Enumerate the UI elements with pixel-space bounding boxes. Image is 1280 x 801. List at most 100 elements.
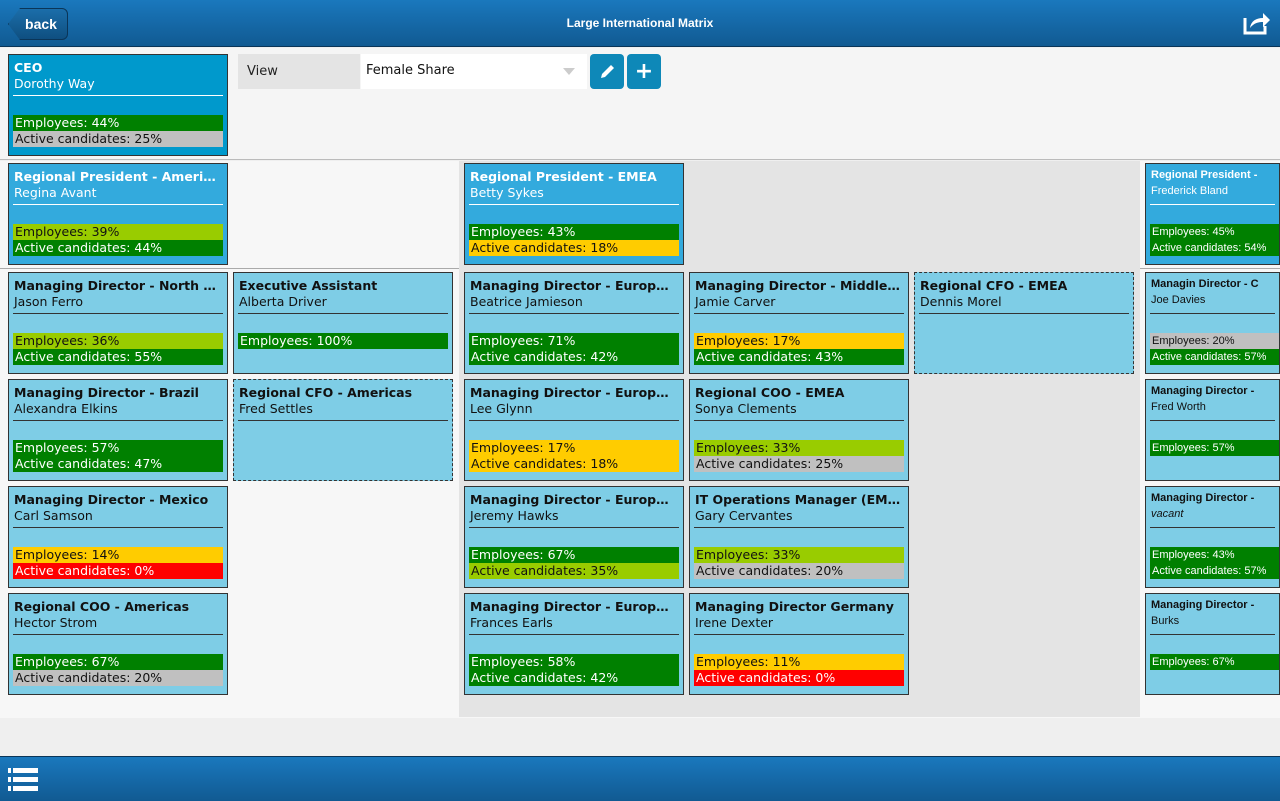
employees-share-bar: Employees: 57% — [1150, 440, 1279, 456]
card-divider — [694, 313, 904, 314]
position-card[interactable]: Executive Assistant Alberta Driver Employe… — [233, 272, 453, 374]
share-icon[interactable] — [1242, 10, 1270, 36]
employees-share-bar: Employees: 57% — [13, 440, 223, 456]
divider — [0, 268, 459, 269]
position-card[interactable]: Managing Director - Middle East Jamie Car… — [689, 272, 909, 374]
card-person-name: Joe Davies — [1151, 294, 1206, 306]
position-card[interactable]: Regional CFO - EMEA Dennis Morel — [914, 272, 1134, 374]
card-title: Managing Director - Brazil — [14, 385, 199, 400]
card-divider — [1150, 634, 1275, 635]
card-divider — [1150, 420, 1275, 421]
card-divider — [694, 420, 904, 421]
card-title: Managing Director - Mexico — [14, 492, 209, 507]
card-person-name: Alexandra Elkins — [14, 401, 118, 416]
divider — [1140, 268, 1280, 269]
card-person-name: Jamie Carver — [695, 294, 776, 309]
card-divider — [1150, 313, 1275, 314]
position-card[interactable]: Managin Director - C Joe Davies Employees:… — [1145, 272, 1280, 374]
org-matrix: Regional President - Americas Regina Avan… — [0, 161, 1280, 718]
active-candidates-bar: Active candidates: 54% — [1150, 240, 1279, 256]
active-candidates-bar: Active candidates: 57% — [1150, 349, 1279, 365]
card-title: Managing Director - North America — [14, 278, 221, 293]
regional-president-card[interactable]: Regional President - Frederick Bland Empl… — [1145, 163, 1280, 265]
card-person-name: Burks — [1151, 615, 1180, 627]
card-title: Regional COO - Americas — [14, 599, 190, 614]
card-title: Managing Director - Europe South — [470, 492, 677, 507]
regional-president-card[interactable]: Regional President - Americas Regina Avan… — [8, 163, 228, 265]
active-candidates-bar: Active candidates: 0% — [694, 670, 904, 686]
card-title: Managing Director Germany — [695, 599, 894, 614]
active-candidates-bar: Active candidates: 43% — [694, 349, 904, 365]
list-icon[interactable] — [8, 767, 38, 793]
position-card[interactable]: Managing Director - Brazil Alexandra Elki… — [8, 379, 228, 481]
position-card[interactable]: Managing Director - North AmericaJason F… — [8, 272, 228, 374]
card-divider — [1150, 204, 1275, 205]
employees-share-bar: Employees: 39% — [13, 224, 223, 240]
card-title: Managing Director - — [1151, 599, 1255, 611]
card-divider — [13, 204, 223, 205]
card-person-name: Dorothy Way — [14, 76, 95, 91]
position-card[interactable]: Managing Director - Europe WestFrances E… — [464, 593, 684, 695]
card-divider — [469, 527, 679, 528]
employees-share-bar: Employees: 67% — [13, 654, 223, 670]
active-candidates-bar: Active candidates: 25% — [694, 456, 904, 472]
edit-button[interactable] — [590, 54, 624, 89]
page-title: Large International Matrix — [566, 16, 714, 30]
card-divider — [469, 313, 679, 314]
position-card[interactable]: Managing Director Germany Irene Dexter Emp… — [689, 593, 909, 695]
active-candidates-bar: Active candidates: 20% — [13, 670, 223, 686]
card-divider — [694, 527, 904, 528]
card-title: Regional COO - EMEA — [695, 385, 845, 400]
card-divider — [13, 95, 223, 96]
active-candidates-bar: Active candidates: 55% — [13, 349, 223, 365]
view-label: View — [238, 54, 360, 89]
view-select[interactable]: Female Share — [361, 54, 587, 89]
position-card[interactable]: Regional COO - EMEA Sonya Clements Employe… — [689, 379, 909, 481]
card-divider — [238, 420, 448, 421]
card-title: Regional President - EMEA — [470, 169, 657, 184]
active-candidates-bar: Active candidates: 25% — [13, 131, 223, 147]
employees-share-bar: Employees: 17% — [469, 440, 679, 456]
active-candidates-bar: Active candidates: 44% — [13, 240, 223, 256]
card-title: CEO — [14, 60, 43, 75]
ceo-card[interactable]: CEO Dorothy Way Employees: 44% Active candi… — [8, 54, 228, 156]
position-card[interactable]: Managing Director - Burks Employees: 67% — [1145, 593, 1280, 695]
position-card[interactable]: Regional COO - Americas Hector Strom Emplo… — [8, 593, 228, 695]
employees-share-bar: Employees: 44% — [13, 115, 223, 131]
card-title: Managing Director - Europe North — [470, 278, 677, 293]
active-candidates-bar: Active candidates: 20% — [694, 563, 904, 579]
employees-share-bar: Employees: 33% — [694, 440, 904, 456]
card-title: Managing Director - — [1151, 492, 1255, 504]
card-title: Executive Assistant — [239, 278, 378, 293]
card-divider — [1150, 527, 1275, 528]
employees-share-bar: Employees: 20% — [1150, 333, 1279, 349]
card-person-name: Jason Ferro — [14, 294, 84, 309]
card-title: Managing Director - — [1151, 385, 1255, 397]
regional-president-card[interactable]: Regional President - EMEA Betty Sykes Empl… — [464, 163, 684, 265]
position-card[interactable]: Regional CFO - Americas Fred Settles — [233, 379, 453, 481]
active-candidates-bar: Active candidates: 35% — [469, 563, 679, 579]
card-title: Regional President - Americas — [14, 169, 221, 184]
card-title: Managing Director - Europe East — [470, 385, 677, 400]
position-card[interactable]: Managing Director - Europe East Lee Glynn… — [464, 379, 684, 481]
active-candidates-bar: Active candidates: 0% — [13, 563, 223, 579]
add-button[interactable]: + — [627, 54, 661, 89]
card-title: Managing Director - Middle East — [695, 278, 902, 293]
bottom-bar — [0, 756, 1280, 801]
position-card[interactable]: Managing Director - vacant Employees: 43%… — [1145, 486, 1280, 588]
position-card[interactable]: Managing Director - Europe NorthBeatrice… — [464, 272, 684, 374]
card-title: Regional CFO - Americas — [239, 385, 413, 400]
card-person-name: Dennis Morel — [920, 294, 1002, 309]
card-person-name: Frances Earls — [470, 615, 553, 630]
position-card[interactable]: Managing Director - Mexico Carl Samson Emp… — [8, 486, 228, 588]
position-card[interactable]: Managing Director - Europe SouthJeremy H… — [464, 486, 684, 588]
card-divider — [694, 634, 904, 635]
card-person-name: Jeremy Hawks — [470, 508, 559, 523]
card-divider — [13, 527, 223, 528]
position-card[interactable]: IT Operations Manager (EMEA) Gary Cervant… — [689, 486, 909, 588]
employees-share-bar: Employees: 67% — [469, 547, 679, 563]
card-person-name: Alberta Driver — [239, 294, 327, 309]
position-card[interactable]: Managing Director - Fred Worth Employees:… — [1145, 379, 1280, 481]
employees-share-bar: Employees: 43% — [1150, 547, 1279, 563]
card-title: Regional CFO - EMEA — [920, 278, 1068, 293]
